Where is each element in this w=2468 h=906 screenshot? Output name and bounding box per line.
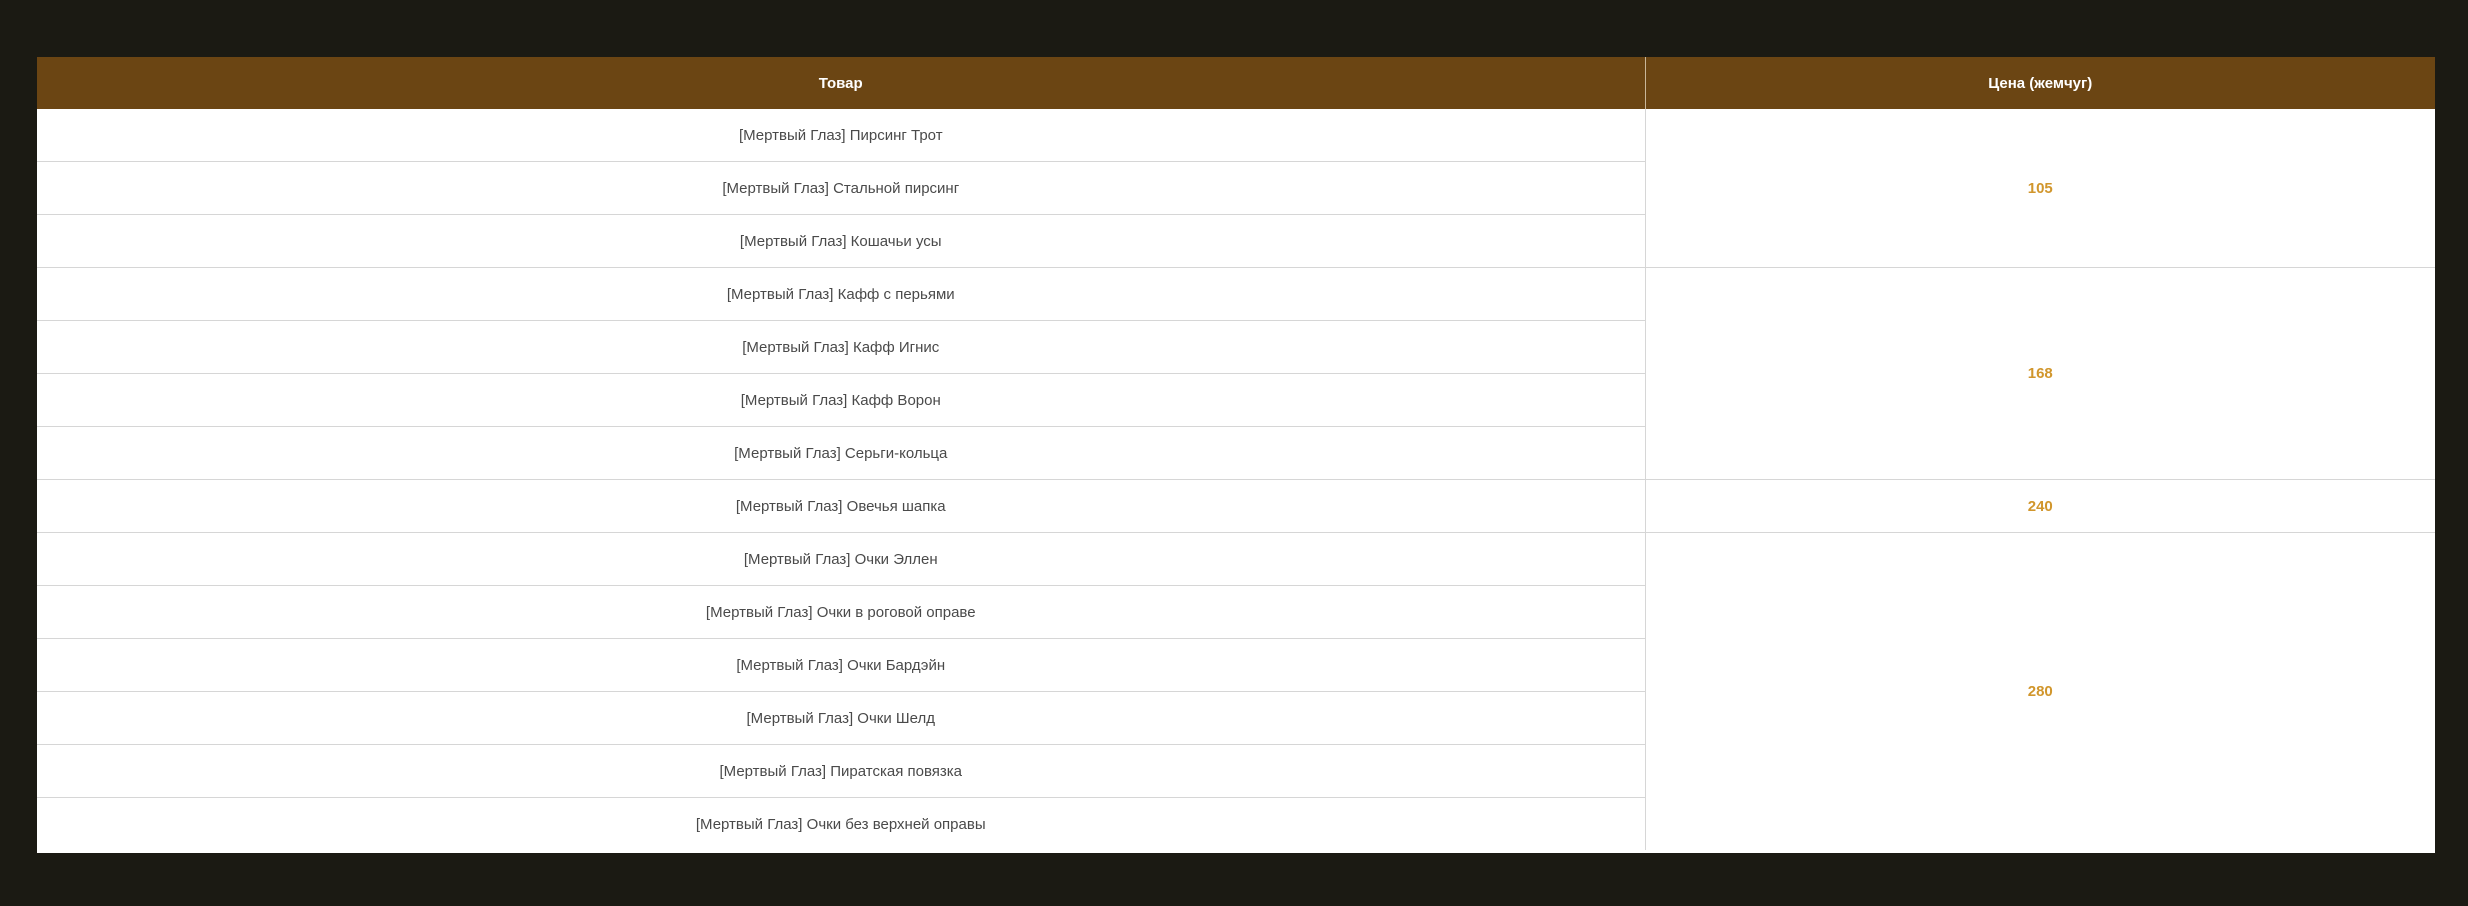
item-name-cell: [Мертвый Глаз] Пиратская повязка bbox=[37, 744, 1646, 798]
item-name-cell: [Мертвый Глаз] Серьги-кольца bbox=[37, 426, 1646, 480]
item-name-cell: [Мертвый Глаз] Пирсинг Трот bbox=[37, 109, 1646, 162]
header-row: Товар Цена (жемчуг) bbox=[37, 57, 2435, 109]
table-row: [Мертвый Глаз] Кафф с перьями 168 bbox=[37, 267, 2435, 480]
item-name-cell: [Мертвый Глаз] Кафф Игнис bbox=[37, 320, 1646, 374]
price-cell: 105 bbox=[1645, 109, 2435, 268]
item-name-cell: [Мертвый Глаз] Кафф с перьями bbox=[37, 267, 1646, 321]
price-table: Товар Цена (жемчуг) [Мертвый Глаз] Пирси… bbox=[37, 57, 2435, 850]
price-table-container: Товар Цена (жемчуг) [Мертвый Глаз] Пирси… bbox=[37, 57, 2435, 853]
item-name-cell: [Мертвый Глаз] Очки Бардэйн bbox=[37, 638, 1646, 692]
price-cell: 168 bbox=[1645, 267, 2435, 480]
item-name-cell: [Мертвый Глаз] Очки Шелд bbox=[37, 691, 1646, 745]
item-name-cell: [Мертвый Глаз] Кафф Ворон bbox=[37, 373, 1646, 427]
table-row: [Мертвый Глаз] Пирсинг Трот 105 bbox=[37, 109, 2435, 268]
table-row: [Мертвый Глаз] Очки Эллен 280 bbox=[37, 532, 2435, 700]
item-name-cell: [Мертвый Глаз] Овечья шапка bbox=[37, 479, 1646, 533]
item-name-cell: [Мертвый Глаз] Кошачьи усы bbox=[37, 214, 1646, 268]
column-header-price: Цена (жемчуг) bbox=[1645, 57, 2435, 109]
price-cell: 240 bbox=[1645, 479, 2435, 533]
table-header: Товар Цена (жемчуг) bbox=[37, 57, 2435, 109]
item-name-cell: [Мертвый Глаз] Очки в роговой оправе bbox=[37, 585, 1646, 639]
table-body: [Мертвый Глаз] Пирсинг Трот 105 [Мертвый Г… bbox=[37, 109, 2435, 850]
table-row: [Мертвый Глаз] Овечья шапка 240 bbox=[37, 479, 2435, 533]
item-name-cell: [Мертвый Глаз] Очки Эллен bbox=[37, 532, 1646, 586]
item-name-cell: [Мертвый Глаз] Стальной пирсинг bbox=[37, 161, 1646, 215]
price-cell: 280 bbox=[2027, 683, 2053, 700]
column-header-item: Товар bbox=[37, 57, 1646, 109]
item-name-cell: [Мертвый Глаз] Очки без верхней оправы bbox=[37, 797, 1646, 850]
